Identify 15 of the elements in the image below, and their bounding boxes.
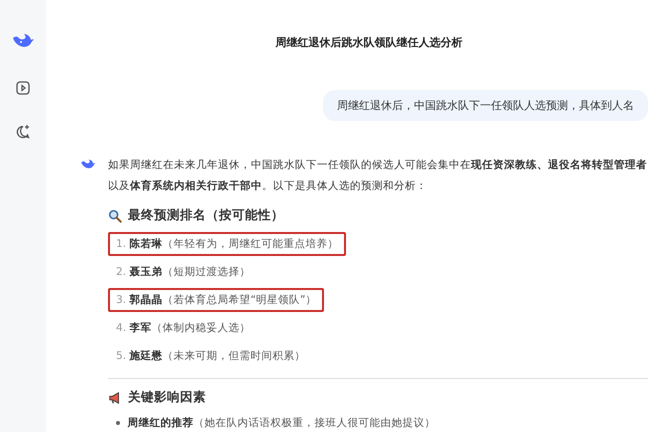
highlighted-list-item: 3. 郭晶晶（若体育总局希望“明星领队”） [108, 288, 324, 312]
list-item: 5. 施廷懋（未来可期，但需时间积累） [115, 349, 306, 364]
answer-paragraph: 如果周继红在未来几年退休，中国跳水队下一任领队的候选人可能会集中在现任资深教练、退役名将转型管理者以及体育系统内相关行政干部中。以下是具体人选的预测和分析： [108, 158, 648, 194]
sidebar-toggle-icon[interactable] [15, 80, 31, 96]
section-heading: 关键影响因素 [128, 389, 206, 406]
user-message: 周继红退休后，中国跳水队下一任领队人选预测，具体到人名 [323, 90, 648, 121]
chat-title: 周继红退休后跳水队领队继任人选分析 [274, 35, 464, 50]
search-icon [108, 208, 122, 222]
bullet-item: 周继红的推荐（她在队内话语权极重，接班人很可能由她提议） [108, 416, 648, 430]
list-item: 4. 李军（体制内稳妥人选） [115, 321, 252, 336]
list-item: 2. 聂玉弟（短期过渡选择） [115, 265, 252, 280]
section-heading: 最终预测排名（按可能性） [128, 207, 284, 224]
highlighted-list-item: 1. 陈若琳（年轻有为，周继红可能重点培养） [108, 232, 346, 256]
bullet-icon [116, 421, 120, 426]
megaphone-icon [108, 390, 122, 404]
